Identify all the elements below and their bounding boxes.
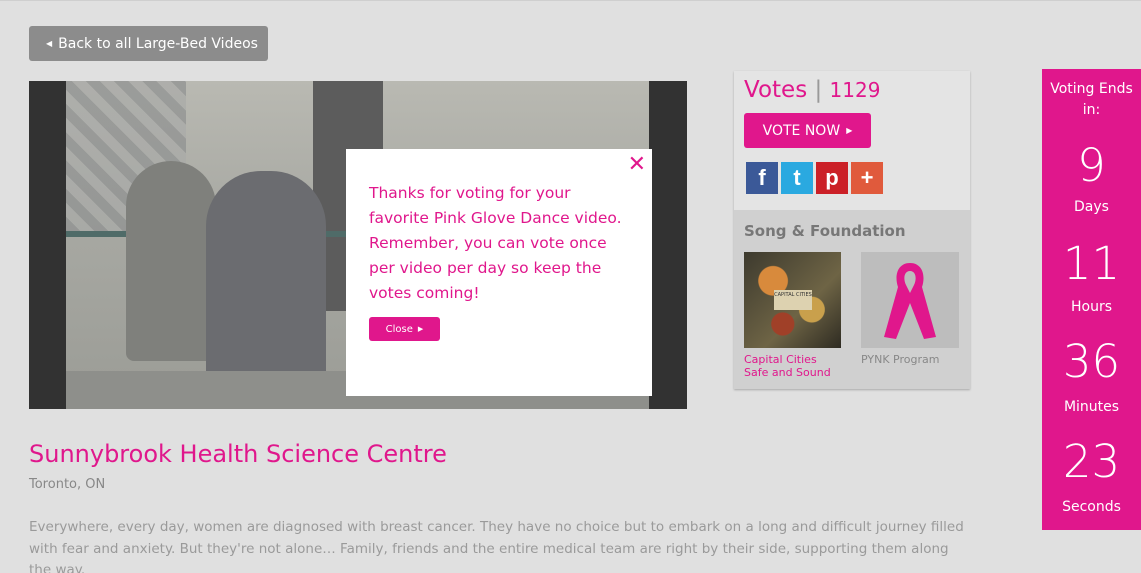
twitter-icon[interactable]: t bbox=[781, 162, 813, 194]
vote-confirmation-modal: ✕ Thanks for voting for your favorite Pi… bbox=[346, 149, 652, 396]
minutes-label: Minutes bbox=[1063, 399, 1120, 415]
votes-count: 1129 bbox=[829, 78, 881, 102]
album-cover-label: CAPITAL CITIES bbox=[774, 290, 812, 310]
entry-description: Everywhere, every day, women are diagnos… bbox=[29, 519, 964, 573]
song-link[interactable]: Capital Cities Safe and Sound bbox=[744, 353, 831, 379]
seconds-value: 23 bbox=[1062, 435, 1121, 488]
votes-counter: Votes | 1129 bbox=[744, 77, 880, 103]
vote-now-button[interactable]: VOTE NOW ▶ bbox=[744, 113, 871, 148]
caret-right-icon: ▶ bbox=[846, 126, 853, 135]
song-title: Safe and Sound bbox=[744, 366, 831, 379]
days-label: Days bbox=[1074, 199, 1109, 215]
foundation-logo[interactable] bbox=[861, 252, 959, 348]
modal-message: Thanks for voting for your favorite Pink… bbox=[369, 184, 622, 302]
vote-panel-top: Votes | 1129 VOTE NOW ▶ f t p + bbox=[734, 71, 970, 210]
countdown-heading: Voting Ends in: bbox=[1050, 81, 1133, 118]
facebook-icon[interactable]: f bbox=[746, 162, 778, 194]
modal-close-button[interactable]: Close ▶ bbox=[369, 317, 440, 341]
top-border bbox=[0, 0, 1141, 1]
dancer-figure bbox=[206, 171, 326, 381]
pink-ribbon-icon bbox=[884, 263, 936, 339]
hours-label: Hours bbox=[1070, 299, 1112, 315]
album-cover-image[interactable]: CAPITAL CITIES bbox=[744, 252, 841, 348]
song-foundation-heading: Song & Foundation bbox=[744, 222, 906, 240]
seconds-label: Seconds bbox=[1062, 499, 1121, 515]
organization-location: Toronto, ON bbox=[29, 477, 106, 492]
social-share-bar: f t p + bbox=[746, 162, 883, 194]
hours-value: 11 bbox=[1062, 237, 1121, 290]
caret-left-icon: ◀ bbox=[46, 39, 53, 48]
foundation-link[interactable]: PYNK Program bbox=[861, 353, 939, 366]
votes-label: Votes bbox=[744, 77, 808, 103]
vote-now-label: VOTE NOW bbox=[762, 122, 841, 139]
close-icon[interactable]: ✕ bbox=[628, 152, 646, 177]
song-artist: Capital Cities bbox=[744, 353, 817, 366]
close-button-label: Close bbox=[385, 323, 413, 335]
votes-separator: | bbox=[814, 77, 823, 103]
more-share-icon[interactable]: + bbox=[851, 162, 883, 194]
caret-right-icon: ▶ bbox=[417, 325, 424, 333]
voting-countdown: Voting Ends in: 9 Days 11 Hours 36 Minut… bbox=[1042, 69, 1141, 530]
minutes-value: 36 bbox=[1062, 335, 1121, 388]
back-to-videos-button[interactable]: ◀ Back to all Large-Bed Videos bbox=[29, 26, 268, 61]
pinterest-icon[interactable]: p bbox=[816, 162, 848, 194]
dancer-figure bbox=[126, 161, 216, 361]
vote-panel: Votes | 1129 VOTE NOW ▶ f t p + Song & F… bbox=[734, 71, 970, 389]
days-value: 9 bbox=[1077, 139, 1106, 192]
organization-title: Sunnybrook Health Science Centre bbox=[29, 440, 447, 468]
back-button-label: Back to all Large-Bed Videos bbox=[58, 35, 258, 52]
